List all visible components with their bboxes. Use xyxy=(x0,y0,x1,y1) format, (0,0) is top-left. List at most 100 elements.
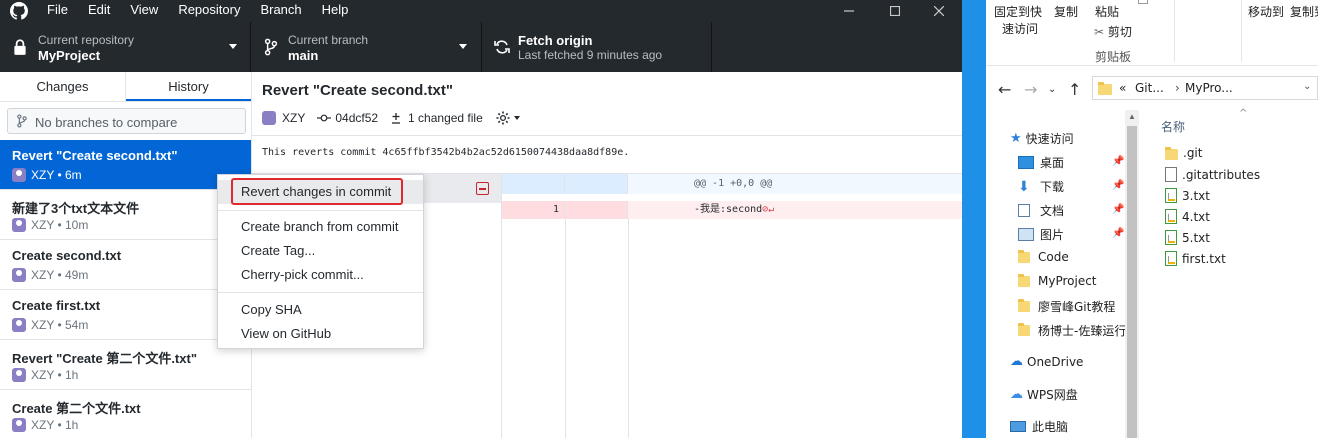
column-header-name[interactable]: 名称 xyxy=(1161,118,1185,135)
computer-icon xyxy=(1010,421,1026,432)
tab-changes[interactable]: Changes xyxy=(0,72,126,101)
menu-edit[interactable]: Edit xyxy=(88,2,110,18)
text-file-icon xyxy=(1165,251,1177,266)
pin-icon[interactable]: 📌 xyxy=(1112,156,1124,167)
close-icon xyxy=(934,6,944,16)
commit-body: This reverts commit 4c65ffbf3542b4b2ac52… xyxy=(252,136,962,174)
address-bar[interactable]: « Git... › MyPro... ⌄ xyxy=(1092,76,1318,100)
scrollbar-thumb[interactable] xyxy=(1127,126,1137,438)
minimize-icon xyxy=(844,10,854,12)
address-segment-myproject[interactable]: MyPro... xyxy=(1185,81,1233,95)
fetch-label: Fetch origin xyxy=(518,33,593,48)
menu-view[interactable]: View xyxy=(130,2,158,18)
old-line-number: 1 xyxy=(502,201,565,219)
commit-title: Create second.txt xyxy=(12,248,122,263)
chevron-down-icon xyxy=(229,44,237,49)
ribbon-pin-label-2[interactable]: 速访问 xyxy=(1002,20,1038,37)
toolbar: Current repository MyProject Current bra… xyxy=(0,22,962,72)
file-item[interactable]: .gitattributes xyxy=(1165,167,1260,182)
nav-scrollbar[interactable]: ▲ xyxy=(1125,110,1139,438)
commit-item[interactable]: Revert "Create 第二个文件.txt" XZY • 1h xyxy=(0,340,251,390)
recent-locations-chevron-icon[interactable]: ⌄ xyxy=(1048,84,1056,95)
scroll-up-icon[interactable]: ▲ xyxy=(1128,112,1136,121)
branch-icon xyxy=(264,38,278,56)
tab-history[interactable]: History xyxy=(126,72,251,101)
menu-file[interactable]: File xyxy=(47,2,68,18)
menu-item-cherry-pick[interactable]: Cherry-pick commit... xyxy=(218,263,423,287)
nav-folder-liaoxuefeng[interactable]: 廖雪峰Git教程 xyxy=(1018,298,1115,315)
pin-icon[interactable]: 📌 xyxy=(1112,228,1124,239)
ribbon-pin-label[interactable]: 固定到快 xyxy=(994,3,1042,20)
ribbon-move-to-button[interactable]: 移动到 xyxy=(1248,3,1284,20)
nav-folder-myproject[interactable]: MyProject xyxy=(1018,273,1097,288)
desktop-icon xyxy=(1018,156,1034,169)
pin-icon[interactable]: 📌 xyxy=(1112,204,1124,215)
up-arrow-icon[interactable]: ↑ xyxy=(1068,80,1081,99)
commit-item[interactable]: Revert "Create second.txt" XZY • 6m xyxy=(0,140,251,190)
file-item[interactable]: 5.txt xyxy=(1165,230,1210,245)
fetch-subtitle: Last fetched 9 minutes ago xyxy=(518,48,663,62)
menu-help[interactable]: Help xyxy=(322,2,349,18)
nav-desktop[interactable]: 桌面 xyxy=(1018,154,1064,171)
current-branch-button[interactable]: Current branch main xyxy=(251,22,482,72)
commit-list: Revert "Create second.txt" XZY • 6m 新建了3… xyxy=(0,140,251,438)
close-button[interactable] xyxy=(916,0,962,22)
branch-compare-input[interactable]: No branches to compare xyxy=(7,108,246,134)
address-overflow-chevron[interactable]: « xyxy=(1119,81,1126,95)
commit-title: Revert "Create second.txt" xyxy=(12,148,178,163)
window-edge xyxy=(962,0,986,438)
ribbon-paste-button[interactable]: 粘贴 xyxy=(1095,3,1119,20)
file-item[interactable]: .git xyxy=(1165,146,1202,160)
diff-deleted-line: 1 -我是:second⊘↵ xyxy=(502,201,962,219)
menu-item-create-branch[interactable]: Create branch from commit xyxy=(218,215,423,239)
ribbon-cut-button[interactable]: ✂ 剪切 xyxy=(1094,23,1132,40)
highlight-annotation xyxy=(231,178,403,205)
diff-settings-button[interactable] xyxy=(495,110,520,126)
branch-icon xyxy=(17,114,27,128)
nav-wps-drive[interactable]: ☁ WPS网盘 xyxy=(1010,386,1078,403)
ribbon-copy-to-button[interactable]: 复制到 xyxy=(1290,3,1318,20)
current-repository-button[interactable]: Current repository MyProject xyxy=(0,22,251,72)
nav-quick-access[interactable]: ★ 快速访问 xyxy=(1010,130,1074,147)
file-deleted-icon xyxy=(476,182,489,195)
nav-documents[interactable]: 文档 xyxy=(1018,202,1064,219)
pin-icon[interactable]: 📌 xyxy=(1112,180,1124,191)
nav-this-pc[interactable]: 此电脑 xyxy=(1010,418,1068,435)
menu-bar: File Edit View Repository Branch Help xyxy=(0,0,962,22)
commit-item[interactable]: Create 第二个文件.txt XZY • 1h xyxy=(0,390,251,438)
chevron-down-icon[interactable]: ⌄ xyxy=(1303,81,1311,92)
avatar xyxy=(12,268,26,282)
file-item[interactable]: 3.txt xyxy=(1165,188,1210,203)
commit-item[interactable]: Create first.txt XZY • 54m xyxy=(0,290,251,340)
nav-folder-yangboshi[interactable]: 杨博士-佐臻运行 xyxy=(1018,322,1126,339)
minimize-button[interactable] xyxy=(826,0,872,22)
menu-branch[interactable]: Branch xyxy=(260,2,301,18)
hunk-text: @@ -1 +0,0 @@ xyxy=(694,178,773,189)
back-arrow-icon[interactable]: ← xyxy=(998,80,1011,99)
forward-arrow-icon[interactable]: → xyxy=(1024,80,1037,99)
commit-meta: XZY • 49m xyxy=(31,268,89,282)
maximize-button[interactable] xyxy=(872,0,918,22)
folder-icon xyxy=(1018,299,1030,312)
menu-item-copy-sha[interactable]: Copy SHA xyxy=(218,298,423,322)
nav-pictures[interactable]: 图片 xyxy=(1018,226,1064,243)
commit-sha[interactable]: 04dcf52 xyxy=(335,111,378,125)
navigation-pane: ★ 快速访问 桌面 📌 ⬇ 下载 📌 文档 📌 图片 📌 Code MyProjec… xyxy=(986,110,1138,438)
menu-repository[interactable]: Repository xyxy=(178,2,240,18)
commit-item[interactable]: Create second.txt XZY • 49m xyxy=(0,240,251,290)
menu-item-view-on-github[interactable]: View on GitHub xyxy=(218,322,423,346)
menu-item-create-tag[interactable]: Create Tag... xyxy=(218,239,423,263)
nav-folder-code[interactable]: Code xyxy=(1018,249,1069,264)
commit-item[interactable]: 新建了3个txt文本文件 XZY • 10m xyxy=(0,190,251,240)
text-file-icon xyxy=(1165,188,1177,203)
ribbon-group-clipboard: 剪贴板 xyxy=(1095,50,1132,64)
avatar xyxy=(12,168,26,182)
file-item[interactable]: first.txt xyxy=(1165,251,1226,266)
nav-onedrive[interactable]: ☁ OneDrive xyxy=(1010,354,1083,369)
commit-title: Revert "Create 第二个文件.txt" xyxy=(12,351,197,366)
file-item[interactable]: 4.txt xyxy=(1165,209,1210,224)
address-segment-git[interactable]: Git... xyxy=(1135,81,1164,95)
fetch-origin-button[interactable]: Fetch origin Last fetched 9 minutes ago xyxy=(482,22,712,72)
nav-downloads[interactable]: ⬇ 下载 xyxy=(1018,178,1064,195)
ribbon-copy-button[interactable]: 复制 xyxy=(1054,3,1078,20)
